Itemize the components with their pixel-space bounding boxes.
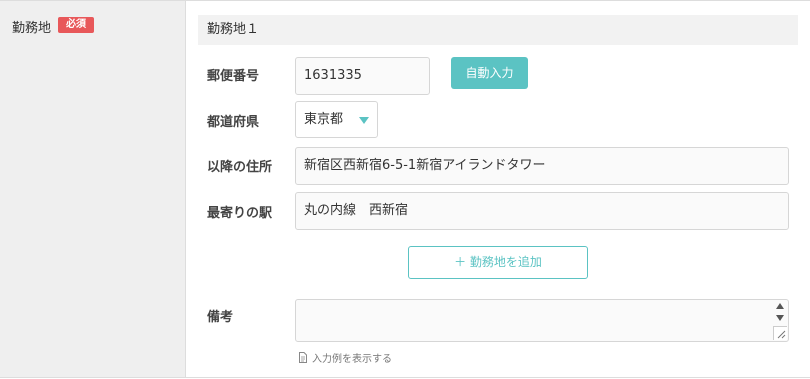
station-input[interactable]: 丸の内線 西新宿: [295, 192, 789, 230]
form-row-work-location: 勤務地 必須 勤務地１ 郵便番号 1631335 自動入力 都道府県 東京都 以…: [0, 0, 810, 379]
show-example-text: 入力例を表示する: [312, 354, 392, 365]
document-icon: [298, 352, 308, 363]
resize-handle-icon[interactable]: [773, 326, 787, 340]
show-example-link[interactable]: 入力例を表示する: [298, 350, 392, 365]
add-work-location-button[interactable]: ＋ 勤務地を追加: [408, 246, 588, 279]
field-label: 勤務地: [12, 21, 52, 36]
dropdown-arrow-icon: [359, 117, 369, 124]
prefecture-selected-value: 東京都: [304, 112, 344, 127]
scroll-down-icon[interactable]: [776, 315, 784, 321]
postal-code-input[interactable]: 1631335: [295, 57, 430, 95]
notes-textarea[interactable]: [295, 299, 789, 342]
required-badge: 必須: [58, 17, 94, 33]
postal-code-label: 郵便番号: [207, 69, 260, 84]
auto-fill-button[interactable]: 自動入力: [451, 57, 528, 89]
prefecture-select[interactable]: 東京都: [295, 101, 378, 138]
prefecture-label: 都道府県: [207, 115, 260, 130]
notes-label: 備考: [207, 310, 234, 325]
address-input[interactable]: 新宿区西新宿6-5-1新宿アイランドタワー: [295, 147, 789, 185]
textarea-scrollbar[interactable]: [773, 301, 787, 327]
bottom-divider: [0, 377, 810, 378]
scroll-up-icon[interactable]: [776, 303, 784, 309]
station-label: 最寄りの駅: [207, 206, 273, 221]
address-label: 以降の住所: [207, 160, 273, 175]
label-column: 勤務地 必須: [0, 1, 186, 377]
section-title: 勤務地１: [198, 15, 798, 45]
